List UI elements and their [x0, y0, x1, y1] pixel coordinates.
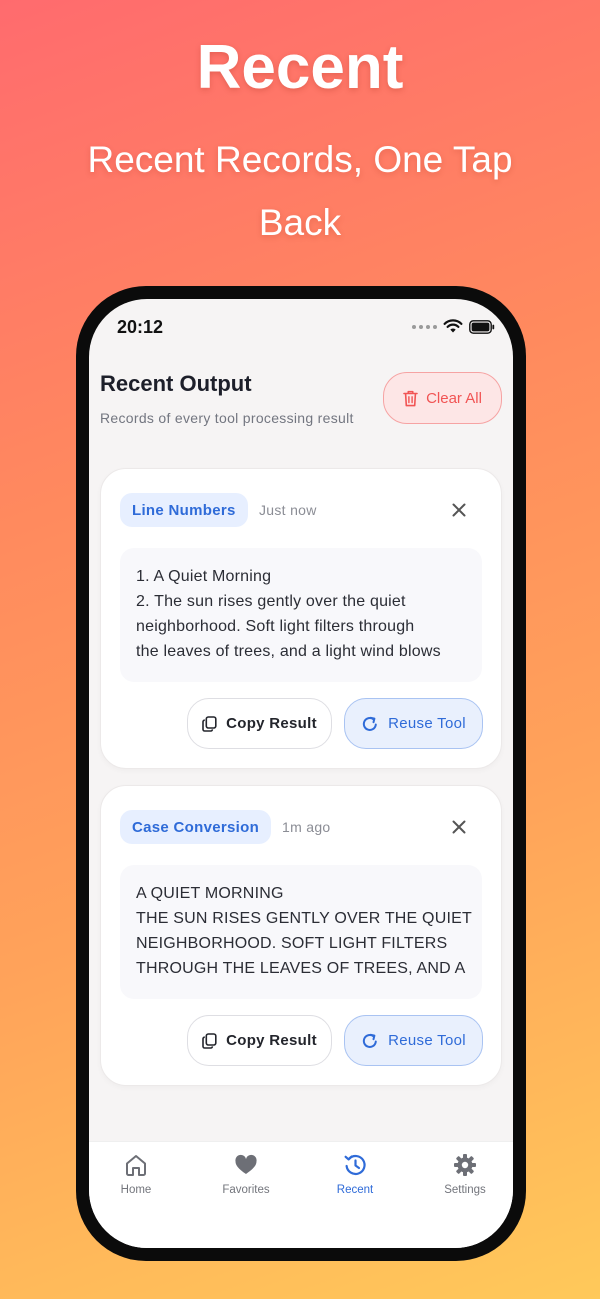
copy-icon	[202, 715, 217, 732]
result-line: THE SUN RISES GENTLY OVER THE QUIET	[136, 910, 472, 927]
page-title: Recent Output	[100, 371, 252, 396]
tab-label: Favorites	[222, 1184, 270, 1196]
cellular-dots-icon	[412, 324, 437, 329]
result-preview: A QUIET MORNING THE SUN RISES GENTLY OVE…	[120, 865, 482, 999]
reuse-tool-button[interactable]: Reuse Tool	[344, 698, 483, 749]
promo-subline: Recent Records, One Tap Back	[87, 139, 513, 243]
promo-headline: Recent	[196, 33, 404, 102]
tab-settings[interactable]: Settings	[420, 1152, 510, 1196]
trash-icon	[403, 390, 418, 406]
home-icon	[126, 1155, 146, 1176]
copy-result-label: Copy Result	[226, 1032, 317, 1049]
tab-home[interactable]: Home	[91, 1152, 181, 1196]
status-time: 20:12	[117, 317, 164, 337]
result-line: 1. A Quiet Morning	[136, 568, 272, 585]
record-time: 1m ago	[282, 819, 331, 835]
tab-label: Settings	[444, 1184, 486, 1196]
clear-all-button[interactable]: Clear All	[383, 372, 502, 424]
close-icon[interactable]	[449, 500, 469, 520]
copy-result-button[interactable]: Copy Result	[187, 698, 332, 749]
phone-frame: 20:12 Recent Output Records of every too…	[76, 286, 526, 1261]
tab-favorites[interactable]: Favorites	[201, 1152, 291, 1196]
result-line: A QUIET MORNING	[136, 885, 284, 902]
result-line: THROUGH THE LEAVES OF TREES, AND A	[136, 960, 466, 977]
refresh-icon	[362, 716, 377, 731]
history-icon	[344, 1154, 366, 1176]
copy-result-button[interactable]: Copy Result	[187, 1015, 332, 1066]
battery-icon	[469, 319, 495, 334]
record-card: Line Numbers Just now 1. A Quiet Morning…	[100, 468, 502, 769]
copy-icon	[202, 1032, 217, 1049]
tab-label: Home	[120, 1184, 152, 1196]
result-line: the leaves of trees, and a light wind bl…	[136, 643, 441, 660]
result-line: 2. The sun rises gently over the quiet	[136, 593, 406, 610]
result-line: NEIGHBORHOOD. SOFT LIGHT FILTERS	[136, 935, 448, 952]
reuse-tool-label: Reuse Tool	[388, 715, 466, 732]
refresh-icon	[362, 1033, 377, 1048]
bottom-tab-bar: Home Favorites Recent Settings	[89, 1141, 513, 1248]
record-card: Case Conversion 1m ago A QUIET MORNING T…	[100, 785, 502, 1086]
heart-icon	[235, 1154, 257, 1174]
page-subtitle: Records of every tool processing result	[100, 410, 354, 426]
result-preview: 1. A Quiet Morning 2. The sun rises gent…	[120, 548, 482, 682]
reuse-tool-label: Reuse Tool	[388, 1032, 466, 1049]
clear-all-label: Clear All	[426, 389, 482, 407]
copy-result-label: Copy Result	[226, 715, 317, 732]
tab-recent[interactable]: Recent	[310, 1152, 400, 1196]
tool-tag: Case Conversion	[120, 810, 272, 844]
status-indicators	[412, 319, 495, 334]
wifi-icon	[443, 319, 463, 333]
tool-tag: Line Numbers	[120, 493, 248, 527]
app-screen: 20:12 Recent Output Records of every too…	[89, 299, 513, 1248]
reuse-tool-button[interactable]: Reuse Tool	[344, 1015, 483, 1066]
gear-icon	[454, 1154, 476, 1176]
close-icon[interactable]	[449, 817, 469, 837]
tab-label: Recent	[336, 1184, 374, 1196]
record-time: Just now	[259, 502, 317, 518]
result-line: neighborhood. Soft light filters through	[136, 618, 415, 635]
